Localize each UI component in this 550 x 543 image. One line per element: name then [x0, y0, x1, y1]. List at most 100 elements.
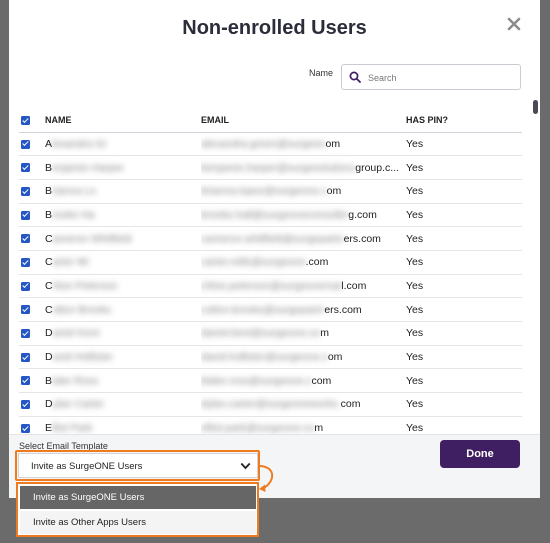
column-header-has-pin[interactable]: HAS PIN? [406, 108, 522, 133]
table-row[interactable]: Daniel Kent daniel.kent@surgeone.com Yes [19, 321, 522, 346]
user-email-redacted: blake.ross@surgeone.c [201, 374, 312, 387]
table-row[interactable]: David Hollister david.hollister@surgeone.… [19, 345, 522, 370]
user-email-redacted: benjamin.harper@surgesolutions [201, 161, 356, 174]
user-name-redacted: aniel Kent [52, 327, 100, 340]
user-name-redacted: avid Hollister [52, 351, 113, 364]
user-name-redacted: arter Mi [52, 256, 89, 269]
user-name-cell: Elliot Park [45, 416, 201, 434]
user-name-redacted: lexandra Gr [52, 137, 107, 150]
dropdown-option-surgeone-users[interactable]: Invite as SurgeONE Users [20, 486, 256, 509]
column-header-email[interactable]: EMAIL [201, 108, 406, 133]
table-scrollbar[interactable] [533, 100, 538, 434]
user-email-cell: colton.brooks@surgepartners.com [201, 297, 406, 322]
user-email-cell: benjamin.harper@surgesolutionsgroup.c... [201, 155, 406, 180]
table-row[interactable]: Chloe Peterson chloe.peterson@surgeonemai… [19, 274, 522, 299]
search-field[interactable] [341, 64, 521, 90]
user-email-visible: g.com [348, 208, 377, 221]
close-icon[interactable] [506, 16, 522, 32]
row-checkbox[interactable] [21, 210, 30, 220]
user-email-cell: brianna.lopez@surgeone.com [201, 179, 406, 204]
user-email-cell: dylan.carter@surgeoneworks.com [201, 392, 406, 417]
user-email-cell: carter.mills@surgeone.com [201, 250, 406, 275]
row-checkbox[interactable] [21, 352, 30, 362]
user-email-visible: m [314, 422, 324, 434]
row-checkbox[interactable] [21, 139, 30, 149]
user-name-redacted: rooke Ha [52, 208, 95, 221]
user-name-visible: C [45, 303, 53, 316]
user-email-redacted: cameron.whitfield@surgepartn [201, 232, 344, 245]
user-name-visible: B [45, 161, 53, 174]
table-row[interactable]: Alexandra Gr alexandra.green@surgeonom Yes [19, 132, 522, 157]
user-name-redacted: enjamin Harper [52, 161, 124, 174]
user-name-visible: B [45, 185, 53, 198]
row-checkbox[interactable] [21, 376, 30, 386]
user-email-visible: group.c... [355, 161, 400, 174]
table-row[interactable]: Benjamin Harper benjamin.harper@surgesolu… [19, 155, 522, 180]
row-checkbox[interactable] [21, 423, 30, 433]
user-name-redacted: ylan Carter [52, 398, 104, 411]
table-row[interactable]: Dylan Carter dylan.carter@surgeoneworks.c… [19, 392, 522, 417]
select-all-checkbox[interactable] [21, 115, 30, 125]
table-row[interactable]: Blake Ross blake.ross@surgeone.ccom Yes [19, 368, 522, 394]
user-email-visible: com [340, 398, 361, 411]
dropdown-option-other-apps-users[interactable]: Invite as Other Apps Users [20, 511, 256, 534]
has-pin-cell: Yes [406, 226, 522, 251]
user-name-visible: A [45, 137, 53, 150]
table-row[interactable]: Brianna Lo brianna.lopez@surgeone.com Yes [19, 179, 522, 204]
user-email-cell: david.hollister@surgeone.com [201, 345, 406, 370]
table-row[interactable]: Carter Mi carter.mills@surgeone.com Yes [19, 250, 522, 275]
has-pin-cell: Yes [406, 203, 522, 228]
done-button[interactable]: Done [440, 440, 520, 468]
row-checkbox-cell [19, 274, 45, 299]
has-pin-cell: Yes [406, 297, 522, 322]
row-checkbox[interactable] [21, 281, 30, 291]
user-email-redacted: alexandra.green@surgeon [201, 137, 326, 150]
user-name-visible: D [45, 398, 53, 411]
row-checkbox[interactable] [21, 329, 30, 339]
user-name-visible: C [45, 256, 53, 269]
user-email-redacted: elliot.park@surgeone.co [201, 422, 315, 434]
table-row[interactable]: Cameron Whitfield cameron.whitfield@surge… [19, 226, 522, 251]
row-checkbox[interactable] [21, 305, 30, 315]
user-email-redacted: dylan.carter@surgeoneworks. [201, 398, 341, 411]
user-email-cell: blake.ross@surgeone.ccom [201, 368, 406, 394]
row-checkbox[interactable] [21, 163, 30, 173]
user-email-cell: elliot.park@surgeone.com [201, 416, 406, 434]
row-checkbox-cell [19, 416, 45, 434]
row-checkbox[interactable] [21, 186, 30, 196]
user-email-cell: cameron.whitfield@surgepartners.com [201, 226, 406, 251]
user-name-cell: Brooke Ha [45, 203, 201, 228]
user-email-visible: l.com [341, 279, 367, 292]
column-header-name[interactable]: NAME [45, 108, 201, 133]
has-pin-cell: Yes [406, 274, 522, 299]
user-email-cell: brooke.hall@surgeoneconsulting.com [201, 203, 406, 228]
table-row[interactable]: Elliot Park elliot.park@surgeone.com Yes [19, 416, 522, 434]
has-pin-cell: Yes [406, 345, 522, 370]
user-name-visible: B [45, 208, 53, 221]
user-email-redacted: david.hollister@surgeone.c [201, 351, 328, 364]
users-table: NAME EMAIL HAS PIN? Alexandra Gr alexandr… [19, 108, 522, 434]
row-checkbox-cell [19, 345, 45, 370]
select-highlight-outline [15, 450, 260, 481]
user-email-visible: m [320, 327, 329, 340]
user-name-visible: D [45, 327, 53, 340]
table-row[interactable]: Colton Brooks colton.brooks@surgepartners… [19, 297, 522, 322]
row-checkbox[interactable] [21, 258, 30, 267]
user-name-cell: Colton Brooks [45, 297, 201, 322]
user-name-cell: Chloe Peterson [45, 274, 201, 299]
row-checkbox-cell [19, 250, 45, 275]
user-name-visible: C [45, 232, 53, 245]
search-input[interactable] [368, 69, 516, 86]
table-row[interactable]: Brooke Ha brooke.hall@surgeoneconsulting.… [19, 203, 522, 228]
scrollbar-thumb[interactable] [533, 100, 538, 114]
row-checkbox[interactable] [21, 234, 30, 244]
email-template-dropdown: Invite as SurgeONE Users Invite as Other… [16, 482, 259, 537]
user-email-visible: ers.com [343, 232, 381, 245]
row-checkbox[interactable] [21, 400, 30, 410]
user-email-visible: .com [305, 256, 329, 269]
user-name-cell: Benjamin Harper [45, 155, 201, 180]
user-name-redacted: olton Brooks [52, 303, 111, 316]
user-email-visible: om [326, 185, 342, 198]
user-name-cell: Dylan Carter [45, 392, 201, 417]
user-email-visible: com [311, 374, 332, 387]
